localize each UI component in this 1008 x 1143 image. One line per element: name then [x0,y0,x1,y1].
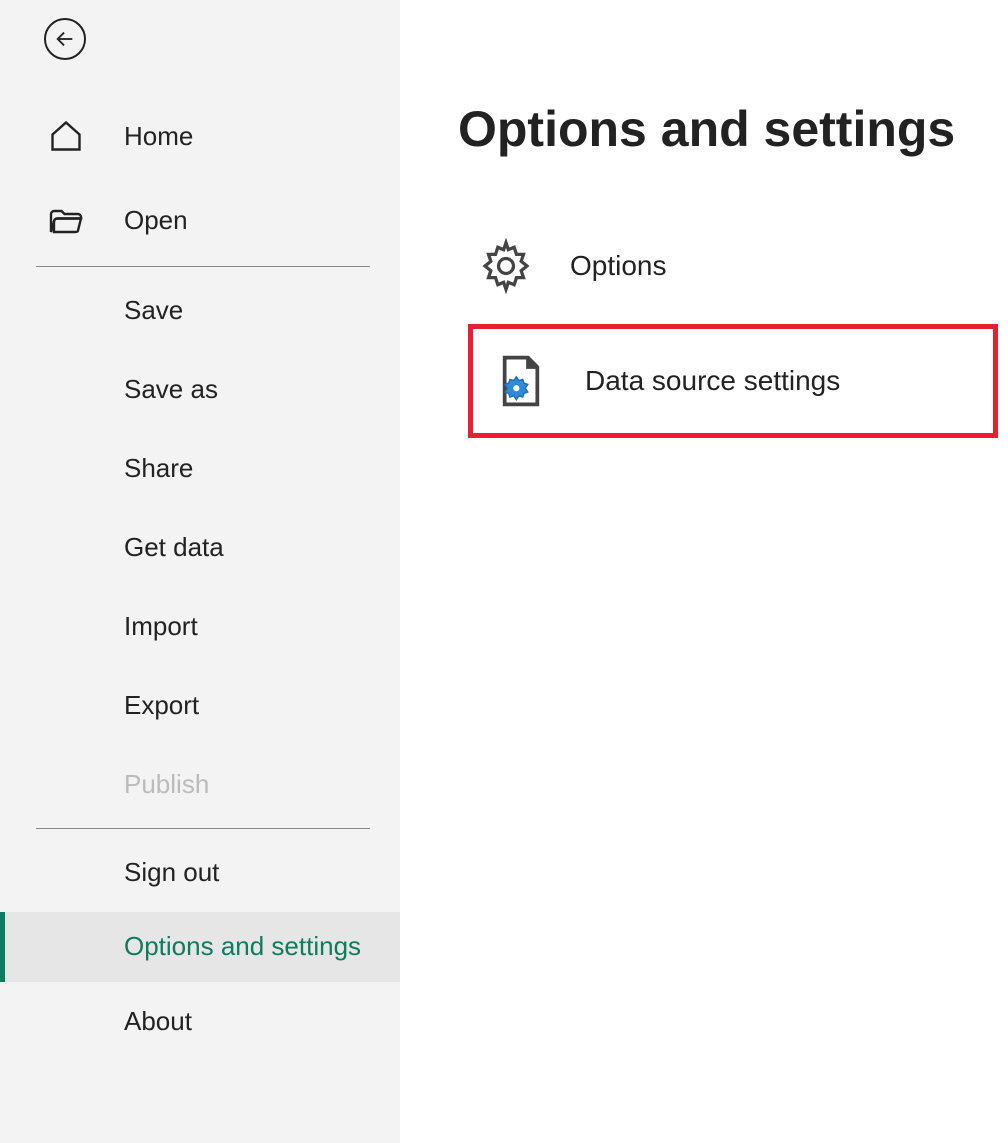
sidebar-item-publish: Publish [0,745,400,824]
option-label: Options [570,250,667,282]
gear-icon [478,238,534,294]
sidebar-item-options-and-settings[interactable]: Options and settings [0,912,400,982]
sidebar-item-import[interactable]: Import [0,587,400,666]
divider [36,266,370,267]
home-icon [48,118,84,154]
sidebar: Home Open Save Save as Share Get data Im… [0,0,400,1143]
sidebar-item-label: About [124,1006,192,1037]
sidebar-item-home[interactable]: Home [0,94,400,178]
sidebar-item-label: Options and settings [124,930,361,964]
sidebar-item-label: Import [124,611,198,642]
back-button[interactable] [44,18,86,60]
option-label: Data source settings [585,365,840,397]
option-options[interactable]: Options [458,214,1008,318]
page-title: Options and settings [458,100,1008,158]
sidebar-item-label: Home [124,121,193,152]
sidebar-item-label: Open [124,205,188,236]
main-content: Options and settings Options D [400,0,1008,1143]
sidebar-item-label: Get data [124,532,224,563]
sidebar-item-label: Export [124,690,199,721]
folder-open-icon [48,202,84,238]
sidebar-item-share[interactable]: Share [0,429,400,508]
document-gear-icon [493,353,549,409]
sidebar-item-about[interactable]: About [0,982,400,1061]
sidebar-item-get-data[interactable]: Get data [0,508,400,587]
sidebar-item-label: Sign out [124,857,219,888]
sidebar-item-label: Save as [124,374,218,405]
sidebar-item-open[interactable]: Open [0,178,400,262]
sidebar-item-save[interactable]: Save [0,271,400,350]
sidebar-item-export[interactable]: Export [0,666,400,745]
highlight-box: Data source settings [468,324,998,438]
sidebar-item-label: Publish [124,769,209,800]
sidebar-item-label: Share [124,453,193,484]
sidebar-item-sign-out[interactable]: Sign out [0,833,400,912]
sidebar-item-save-as[interactable]: Save as [0,350,400,429]
divider [36,828,370,829]
option-data-source-settings[interactable]: Data source settings [473,329,993,433]
sidebar-item-label: Save [124,295,183,326]
arrow-left-icon [54,28,76,50]
